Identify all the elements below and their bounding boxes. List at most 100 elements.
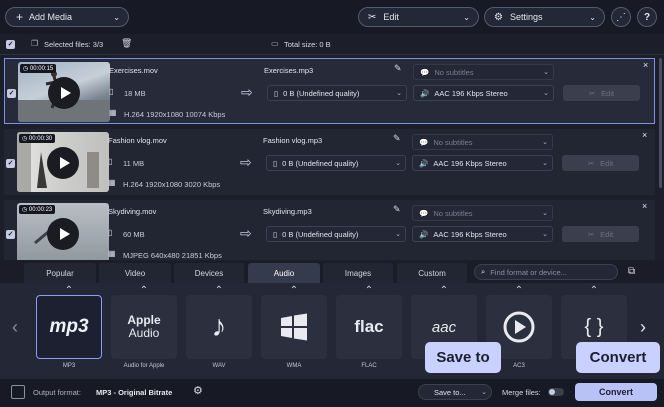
document-icon: ▯ — [108, 157, 113, 166]
video-thumbnail[interactable]: ◷ 00:00:23 — [17, 203, 109, 260]
audio-track-dropdown[interactable]: 🔊 AAC 196 Kbps Stereo ⌄ — [412, 155, 553, 171]
speaker-icon: 🔊 — [419, 158, 429, 168]
select-all-checkbox[interactable]: ✓ — [6, 40, 15, 49]
bottom-bar: Output format: MP3 - Original Bitrate ⚙ … — [0, 379, 664, 407]
file-row[interactable]: ✓ ◷ 00:00:23 Skydiving.mov ▯ 60 MB ▦ MJP… — [4, 200, 655, 260]
format-wav[interactable]: ♪ — [186, 295, 252, 359]
document-icon: ▯ — [273, 229, 278, 239]
video-thumbnail[interactable]: ◷ 00:00:30 — [17, 132, 109, 192]
file-checkbox[interactable]: ✓ — [6, 230, 15, 239]
file-row[interactable]: ✓ ◷ 00:00:30 Fashion vlog.mov ▯ 11 MB ▦ … — [4, 129, 655, 195]
tab-audio[interactable]: Audio — [248, 263, 320, 283]
duration-badge: ◷ 00:00:15 — [20, 64, 57, 73]
play-button[interactable] — [47, 218, 79, 250]
subtitles-dropdown[interactable]: 💬 No subtitles ⌄ — [412, 134, 553, 150]
music-note-icon: ♪ — [211, 310, 227, 343]
rename-pencil-icon[interactable]: ✎ — [393, 133, 401, 144]
add-media-label: Add Media — [29, 12, 73, 22]
merge-files-label: Merge files: — [502, 388, 541, 397]
audio-track-value: AAC 196 Kbps Stereo — [434, 88, 508, 98]
remove-file-close-icon[interactable]: × — [642, 201, 647, 211]
source-codec-info: MJPEG 640x480 21851 Kbps — [123, 251, 222, 260]
merge-files-toggle[interactable] — [548, 388, 564, 396]
format-label: FLAC — [361, 363, 377, 369]
trash-icon[interactable]: 🗑 — [121, 38, 132, 49]
chevron-down-icon: ⌄ — [113, 12, 120, 22]
scroll-left-chevron-icon[interactable]: ‹ — [12, 317, 18, 338]
format-flac[interactable]: flac — [336, 295, 402, 359]
selection-bar: ✓ ❐ Selected files: 3/3 🗑 ▭ Total size: … — [0, 34, 664, 55]
edit-label: Edit — [383, 12, 399, 22]
subtitles-dropdown[interactable]: 💬 No subtitles ⌄ — [412, 205, 553, 221]
output-file-name: Skydiving.mp3 — [263, 207, 312, 216]
output-size-value: 0 B (Undefined quality) — [283, 88, 360, 98]
source-file-name: Exercises.mov — [109, 66, 158, 75]
remove-file-close-icon[interactable]: × — [643, 60, 648, 70]
subtitles-value: No subtitles — [433, 137, 473, 147]
format-wma[interactable] — [261, 295, 327, 359]
source-file-name: Skydiving.mov — [108, 207, 157, 216]
output-size-dropdown[interactable]: ▯ 0 B (Undefined quality) ⌄ — [266, 155, 406, 171]
source-file-size: 11 MB — [123, 159, 145, 168]
chevron-down-icon: ⌄ — [395, 231, 401, 238]
speaker-icon: 🔊 — [420, 88, 430, 98]
source-file-size: 18 MB — [124, 89, 146, 98]
source-file-name: Fashion vlog.mov — [108, 136, 167, 145]
convert-arrow-icon: ⇨ — [240, 154, 252, 170]
add-media-button[interactable]: + Add Media ⌄ — [5, 7, 129, 27]
subtitles-value: No subtitles — [434, 67, 474, 77]
mp3-logo-icon: mp3 — [49, 316, 89, 337]
file-checkbox[interactable]: ✓ — [7, 89, 16, 98]
video-thumbnail[interactable]: ◷ 00:00:15 — [18, 62, 110, 122]
output-format-icon — [11, 385, 25, 399]
convert-arrow-icon: ⇨ — [240, 225, 252, 241]
file-checkbox[interactable]: ✓ — [6, 159, 15, 168]
edit-file-label: Edit — [601, 88, 615, 98]
output-size-dropdown[interactable]: ▯ 0 B (Undefined quality) ⌄ — [267, 85, 407, 101]
scissors-icon: ✂ — [587, 158, 595, 168]
audio-track-dropdown[interactable]: 🔊 AAC 196 Kbps Stereo ⌄ — [413, 85, 554, 101]
help-button[interactable]: ? — [637, 7, 657, 27]
file-list-scrollbar[interactable] — [659, 58, 662, 188]
format-mp3[interactable]: mp3 — [36, 295, 102, 359]
edit-file-button[interactable]: ✂ Edit — [562, 155, 639, 171]
edit-file-button[interactable]: ✂ Edit — [562, 226, 639, 242]
subtitles-value: No subtitles — [433, 208, 473, 218]
remove-file-close-icon[interactable]: × — [642, 130, 647, 140]
format-picker: ‹ › ⌃ mp3 MP3 ⌃ Apple Audio Audio for Ap… — [0, 283, 664, 379]
duration-badge: ◷ 00:00:30 — [19, 134, 56, 143]
chevron-down-icon: ⌄ — [543, 90, 549, 97]
tab-custom[interactable]: Custom — [397, 263, 467, 283]
source-codec-info: H.264 1920x1080 10074 Kbps — [124, 110, 226, 119]
share-button[interactable]: ⋰ — [611, 7, 631, 27]
speech-bubble-icon: 💬 — [420, 67, 430, 77]
tab-popular[interactable]: Popular — [24, 263, 96, 283]
format-label: WAV — [212, 363, 226, 369]
file-row[interactable]: ✓ ◷ 00:00:15 Exercises.mov ▯ 18 MB ▦ H.2… — [4, 58, 655, 124]
format-search-input[interactable]: ⌕ Find format or device... — [474, 264, 618, 280]
tab-images[interactable]: Images — [323, 263, 393, 283]
format-audio-for-apple[interactable]: Apple Audio — [111, 295, 177, 359]
tab-video[interactable]: Video — [99, 263, 171, 283]
tab-devices[interactable]: Devices — [174, 263, 244, 283]
search-icon: ⌕ — [481, 267, 486, 276]
output-size-dropdown[interactable]: ▯ 0 B (Undefined quality) ⌄ — [266, 226, 406, 242]
edit-button[interactable]: ✂ Edit ⌄ — [358, 7, 479, 27]
subtitles-dropdown[interactable]: 💬 No subtitles ⌄ — [413, 64, 554, 80]
settings-button[interactable]: ⚙ Settings ⌄ — [484, 7, 605, 27]
audio-track-dropdown[interactable]: 🔊 AAC 196 Kbps Stereo ⌄ — [412, 226, 553, 242]
output-settings-gear-icon[interactable]: ⚙ — [193, 384, 203, 397]
scroll-right-chevron-icon[interactable]: › — [640, 317, 646, 338]
convert-button[interactable]: Convert — [575, 383, 657, 401]
play-button[interactable] — [47, 147, 79, 179]
collapse-panel-icon[interactable]: ⧉ — [628, 266, 635, 277]
document-icon: ▯ — [273, 158, 278, 168]
search-placeholder: Find format or device... — [490, 267, 567, 277]
edit-file-button[interactable]: ✂ Edit — [563, 85, 640, 101]
play-button[interactable] — [48, 77, 80, 109]
save-to-dropdown[interactable]: Save to... ⌄ — [418, 384, 492, 400]
speaker-icon: 🔊 — [419, 229, 429, 239]
rename-pencil-icon[interactable]: ✎ — [393, 204, 401, 215]
rename-pencil-icon[interactable]: ✎ — [394, 63, 402, 74]
scissors-icon: ✂ — [587, 229, 595, 239]
